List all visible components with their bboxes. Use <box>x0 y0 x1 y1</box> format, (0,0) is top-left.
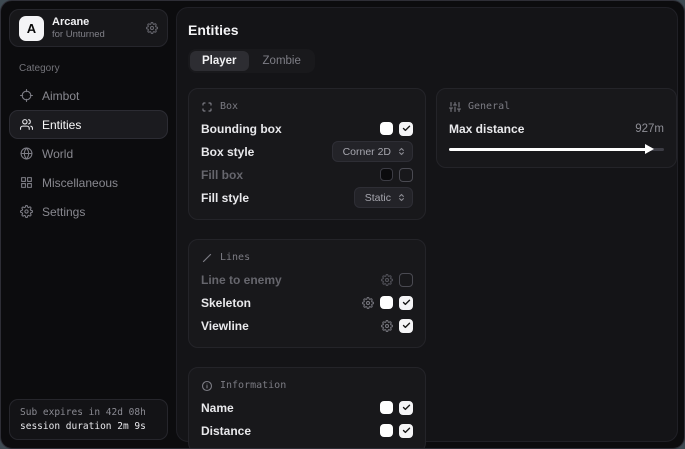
users-icon <box>20 118 33 131</box>
sidebar-item-label: World <box>42 147 73 161</box>
box-style-label: Box style <box>201 145 254 159</box>
distance-checkbox[interactable] <box>399 424 413 438</box>
general-card-title: General <box>468 101 510 112</box>
viewline-label: Viewline <box>201 319 249 333</box>
app-header-card: A Arcane for Unturned <box>9 9 168 47</box>
sidebar-item-aimbot[interactable]: Aimbot <box>9 81 168 110</box>
distance-row: Distance <box>201 419 413 442</box>
fill-box-label: Fill box <box>201 168 243 182</box>
distance-color-swatch[interactable] <box>380 424 393 437</box>
left-column: Box Bounding box Box style <box>188 88 426 449</box>
subscription-card: Sub expires in 42d 08h session duration … <box>9 399 168 440</box>
fill-style-row: Fill style Static <box>201 186 413 209</box>
chevron-up-down-icon <box>397 193 406 202</box>
app-text: Arcane for Unturned <box>52 16 105 41</box>
line-to-enemy-label: Line to enemy <box>201 273 282 287</box>
fill-box-row: Fill box <box>201 163 413 186</box>
name-label: Name <box>201 401 234 415</box>
max-distance-fill <box>449 148 647 151</box>
box-card-title: Box <box>220 101 238 112</box>
max-distance-thumb[interactable] <box>645 144 654 154</box>
viewline-settings-icon[interactable] <box>381 320 393 332</box>
app-window: A Arcane for Unturned Category Aimbot <box>0 0 685 449</box>
information-card: Information Name Distance <box>188 367 426 449</box>
max-distance-row: Max distance 927m <box>449 118 664 140</box>
sidebar-item-label: Settings <box>42 205 85 219</box>
general-card-header: General <box>449 96 664 117</box>
sub-expires-text: Sub expires in 42d 08h <box>20 407 157 418</box>
grid-icon <box>20 176 33 189</box>
lines-card: Lines Line to enemy <box>188 239 426 348</box>
fill-style-select[interactable]: Static <box>354 187 413 208</box>
general-card: General Max distance 927m <box>436 88 677 168</box>
bounding-box-color-swatch[interactable] <box>380 122 393 135</box>
app-subtitle: for Unturned <box>52 29 105 40</box>
lines-card-title: Lines <box>220 252 250 263</box>
content-columns: Box Bounding box Box style <box>188 88 665 449</box>
diagonal-line-icon <box>201 252 213 264</box>
information-card-title: Information <box>220 380 286 391</box>
line-to-enemy-settings-icon[interactable] <box>381 274 393 286</box>
viewline-checkbox[interactable] <box>399 319 413 333</box>
fill-style-label: Fill style <box>201 191 249 205</box>
viewline-row: Viewline <box>201 314 413 337</box>
app-logo: A <box>19 16 44 41</box>
skeleton-row: Skeleton <box>201 291 413 314</box>
gear-icon <box>20 205 33 218</box>
app-name: Arcane <box>52 16 105 29</box>
skeleton-color-swatch[interactable] <box>380 296 393 309</box>
max-distance-slider[interactable] <box>449 143 664 157</box>
bounding-box-checkbox[interactable] <box>399 122 413 136</box>
bounding-box-label: Bounding box <box>201 122 282 136</box>
box-style-row: Box style Corner 2D <box>201 140 413 163</box>
corner-brackets-icon <box>201 101 213 113</box>
fill-style-value: Static <box>365 192 391 204</box>
tab-player[interactable]: Player <box>190 51 249 71</box>
information-card-header: Information <box>201 375 413 396</box>
sidebar: A Arcane for Unturned Category Aimbot <box>1 1 176 448</box>
max-distance-value: 927m <box>635 123 664 135</box>
globe-icon <box>20 147 33 160</box>
sidebar-item-label: Miscellaneous <box>42 176 118 190</box>
line-to-enemy-checkbox[interactable] <box>399 273 413 287</box>
sidebar-item-settings[interactable]: Settings <box>9 197 168 226</box>
header-gear-icon[interactable] <box>146 22 158 34</box>
sidebar-nav: Aimbot Entities World Miscellaneous <box>9 81 168 226</box>
main-panel: Entities Player Zombie Box Bounding box <box>176 7 678 442</box>
line-to-enemy-row: Line to enemy <box>201 268 413 291</box>
box-style-value: Corner 2D <box>343 146 391 158</box>
sidebar-item-miscellaneous[interactable]: Miscellaneous <box>9 168 168 197</box>
info-icon <box>201 380 213 392</box>
sidebar-item-entities[interactable]: Entities <box>9 110 168 139</box>
right-column: General Max distance 927m <box>436 88 677 168</box>
name-color-swatch[interactable] <box>380 401 393 414</box>
name-row: Name <box>201 396 413 419</box>
bounding-box-row: Bounding box <box>201 117 413 140</box>
fill-box-color-swatch[interactable] <box>380 168 393 181</box>
sliders-icon <box>449 101 461 113</box>
tab-zombie[interactable]: Zombie <box>251 51 313 71</box>
sidebar-item-world[interactable]: World <box>9 139 168 168</box>
box-style-select[interactable]: Corner 2D <box>332 141 413 162</box>
category-label: Category <box>19 63 166 74</box>
skeleton-checkbox[interactable] <box>399 296 413 310</box>
skeleton-label: Skeleton <box>201 296 251 310</box>
chevron-up-down-icon <box>397 147 406 156</box>
box-card: Box Bounding box Box style <box>188 88 426 220</box>
name-checkbox[interactable] <box>399 401 413 415</box>
session-duration-text: session duration 2m 9s <box>20 421 157 432</box>
sidebar-item-label: Aimbot <box>42 89 79 103</box>
max-distance-label: Max distance <box>449 122 524 136</box>
sidebar-item-label: Entities <box>42 118 81 132</box>
entity-tabs: Player Zombie <box>188 49 315 73</box>
fill-box-checkbox[interactable] <box>399 168 413 182</box>
page-title: Entities <box>188 22 665 38</box>
box-card-header: Box <box>201 96 413 117</box>
lines-card-header: Lines <box>201 247 413 268</box>
distance-label: Distance <box>201 424 251 438</box>
skeleton-settings-icon[interactable] <box>362 297 374 309</box>
crosshair-icon <box>20 89 33 102</box>
